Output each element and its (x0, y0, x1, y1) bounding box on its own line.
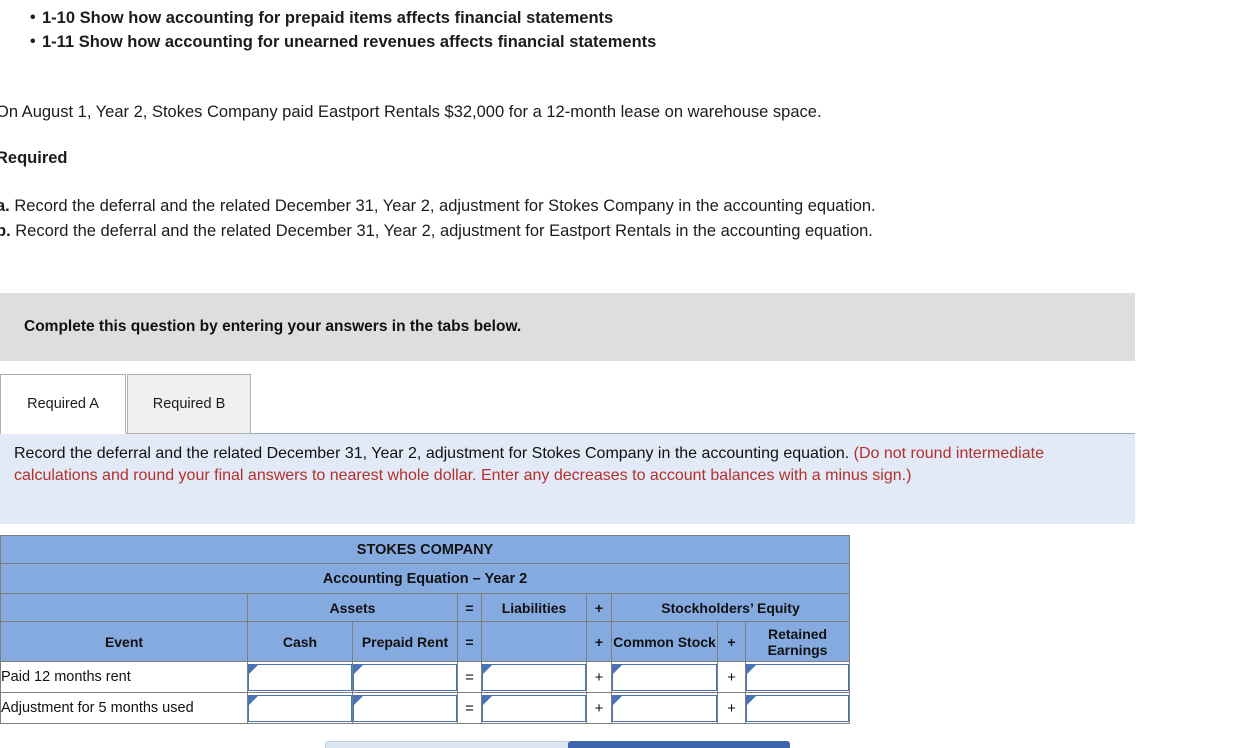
list-item: • 1-11 Show how accounting for unearned … (0, 30, 1244, 54)
column-header-event: Event (0, 621, 248, 662)
row-0-prepaid-rent-cell[interactable] (352, 661, 458, 693)
row-1-event-label: Adjustment for 5 months used (0, 692, 248, 724)
required-heading: Required (0, 149, 68, 167)
row-0-prepaid-rent-input[interactable] (353, 663, 457, 691)
row-1-plus-operator-2: + (717, 692, 746, 724)
row-0-cash-cell[interactable] (247, 661, 353, 693)
row-0-equals-operator: = (457, 661, 482, 693)
column-header-plus-2: + (717, 621, 746, 662)
requirement-a-text: Record the deferral and the related Dece… (14, 197, 876, 215)
row-1-cash-input[interactable] (248, 694, 352, 722)
answer-instruction-panel: Record the deferral and the related Dece… (0, 434, 1135, 524)
row-1-prepaid-rent-input[interactable] (353, 694, 457, 722)
column-header-cash: Cash (247, 621, 353, 662)
column-header-retained-earnings: Retained Earnings (744, 621, 851, 662)
row-0-liabilities-input[interactable] (482, 663, 586, 691)
tab-required-b[interactable]: Required B (127, 374, 251, 434)
row-0-retained-earnings-cell[interactable] (744, 661, 851, 693)
group-header-equals: = (457, 593, 482, 622)
bullet-icon: • (30, 33, 36, 50)
table-row: Adjustment for 5 months used = + + (0, 692, 851, 724)
bullet-icon: • (30, 9, 36, 26)
row-0-event-label: Paid 12 months rent (0, 661, 248, 693)
column-header-common-stock: Common Stock (611, 621, 718, 662)
tab-required-b-label: Required B (152, 396, 226, 412)
instruction-banner-text: Complete this question by entering your … (24, 318, 522, 335)
row-0-cash-input[interactable] (248, 663, 352, 691)
question-page: • 1-10 Show how accounting for prepaid i… (0, 0, 1244, 748)
row-1-common-stock-input[interactable] (612, 694, 717, 722)
requirement-b-text: Record the deferral and the related Dece… (15, 222, 873, 240)
group-header-equity: Stockholders’ Equity (610, 593, 851, 622)
requirement-b: b. Record the deferral and the related D… (0, 219, 1244, 244)
answer-instruction-main: Record the deferral and the related Dece… (14, 445, 850, 462)
tab-required-a[interactable]: Required A (0, 374, 126, 434)
row-1-retained-earnings-cell[interactable] (744, 692, 851, 724)
table-group-header-row: Assets = Liabilities + Stockholders’ Equ… (0, 593, 851, 622)
group-header-liabilities: Liabilities (481, 593, 587, 622)
group-header-assets: Assets (247, 593, 458, 622)
requirement-a-label: a. (0, 197, 10, 215)
requirement-b-label: b. (0, 222, 11, 240)
table-column-header-row: Event Cash Prepaid Rent = + Common Stock… (0, 621, 851, 662)
list-item: • 1-10 Show how accounting for prepaid i… (0, 0, 1244, 30)
row-1-cash-cell[interactable] (247, 692, 353, 724)
tab-strip: Required A Required B (0, 374, 1135, 434)
group-header-blank (0, 593, 248, 622)
row-1-retained-earnings-input[interactable] (746, 694, 850, 722)
column-header-liabilities (481, 621, 587, 662)
row-1-common-stock-cell[interactable] (611, 692, 718, 724)
column-header-equals: = (457, 621, 482, 662)
row-0-liabilities-cell[interactable] (481, 661, 587, 693)
table-subtitle-row: Accounting Equation – Year 2 (0, 563, 851, 594)
learning-objectives-list: • 1-10 Show how accounting for prepaid i… (0, 0, 1244, 54)
problem-statement: On August 1, Year 2, Stokes Company paid… (0, 100, 1244, 125)
table-subtitle: Accounting Equation – Year 2 (0, 563, 851, 594)
previous-button[interactable] (325, 741, 570, 748)
row-0-plus-operator-2: + (717, 661, 746, 693)
problem-statement-text: On August 1, Year 2, Stokes Company paid… (0, 103, 822, 121)
group-header-plus: + (586, 593, 612, 622)
row-1-liabilities-cell[interactable] (481, 692, 587, 724)
row-1-prepaid-rent-cell[interactable] (352, 692, 458, 724)
next-button[interactable] (568, 741, 790, 748)
row-0-common-stock-cell[interactable] (611, 661, 718, 693)
row-1-plus-operator-1: + (586, 692, 612, 724)
row-1-liabilities-input[interactable] (482, 694, 586, 722)
company-title: STOKES COMPANY (0, 535, 851, 564)
table-title-row: STOKES COMPANY (0, 535, 851, 564)
answer-instruction-text: Record the deferral and the related Dece… (14, 443, 1121, 486)
instruction-banner: Complete this question by entering your … (0, 293, 1135, 361)
accounting-equation-table: STOKES COMPANY Accounting Equation – Yea… (0, 535, 851, 724)
objective-text: 1-11 Show how accounting for unearned re… (42, 33, 657, 51)
tab-required-a-label: Required A (27, 396, 99, 412)
row-0-common-stock-input[interactable] (612, 663, 717, 691)
column-header-prepaid-rent: Prepaid Rent (352, 621, 458, 662)
requirement-a: a. Record the deferral and the related D… (0, 194, 1244, 219)
row-0-retained-earnings-input[interactable] (746, 663, 850, 691)
row-1-equals-operator: = (457, 692, 482, 724)
requirements-list: a. Record the deferral and the related D… (0, 194, 1244, 244)
column-header-plus-1: + (586, 621, 612, 662)
table-row: Paid 12 months rent = + + (0, 661, 851, 693)
row-0-plus-operator-1: + (586, 661, 612, 693)
objective-text: 1-10 Show how accounting for prepaid ite… (42, 9, 614, 27)
